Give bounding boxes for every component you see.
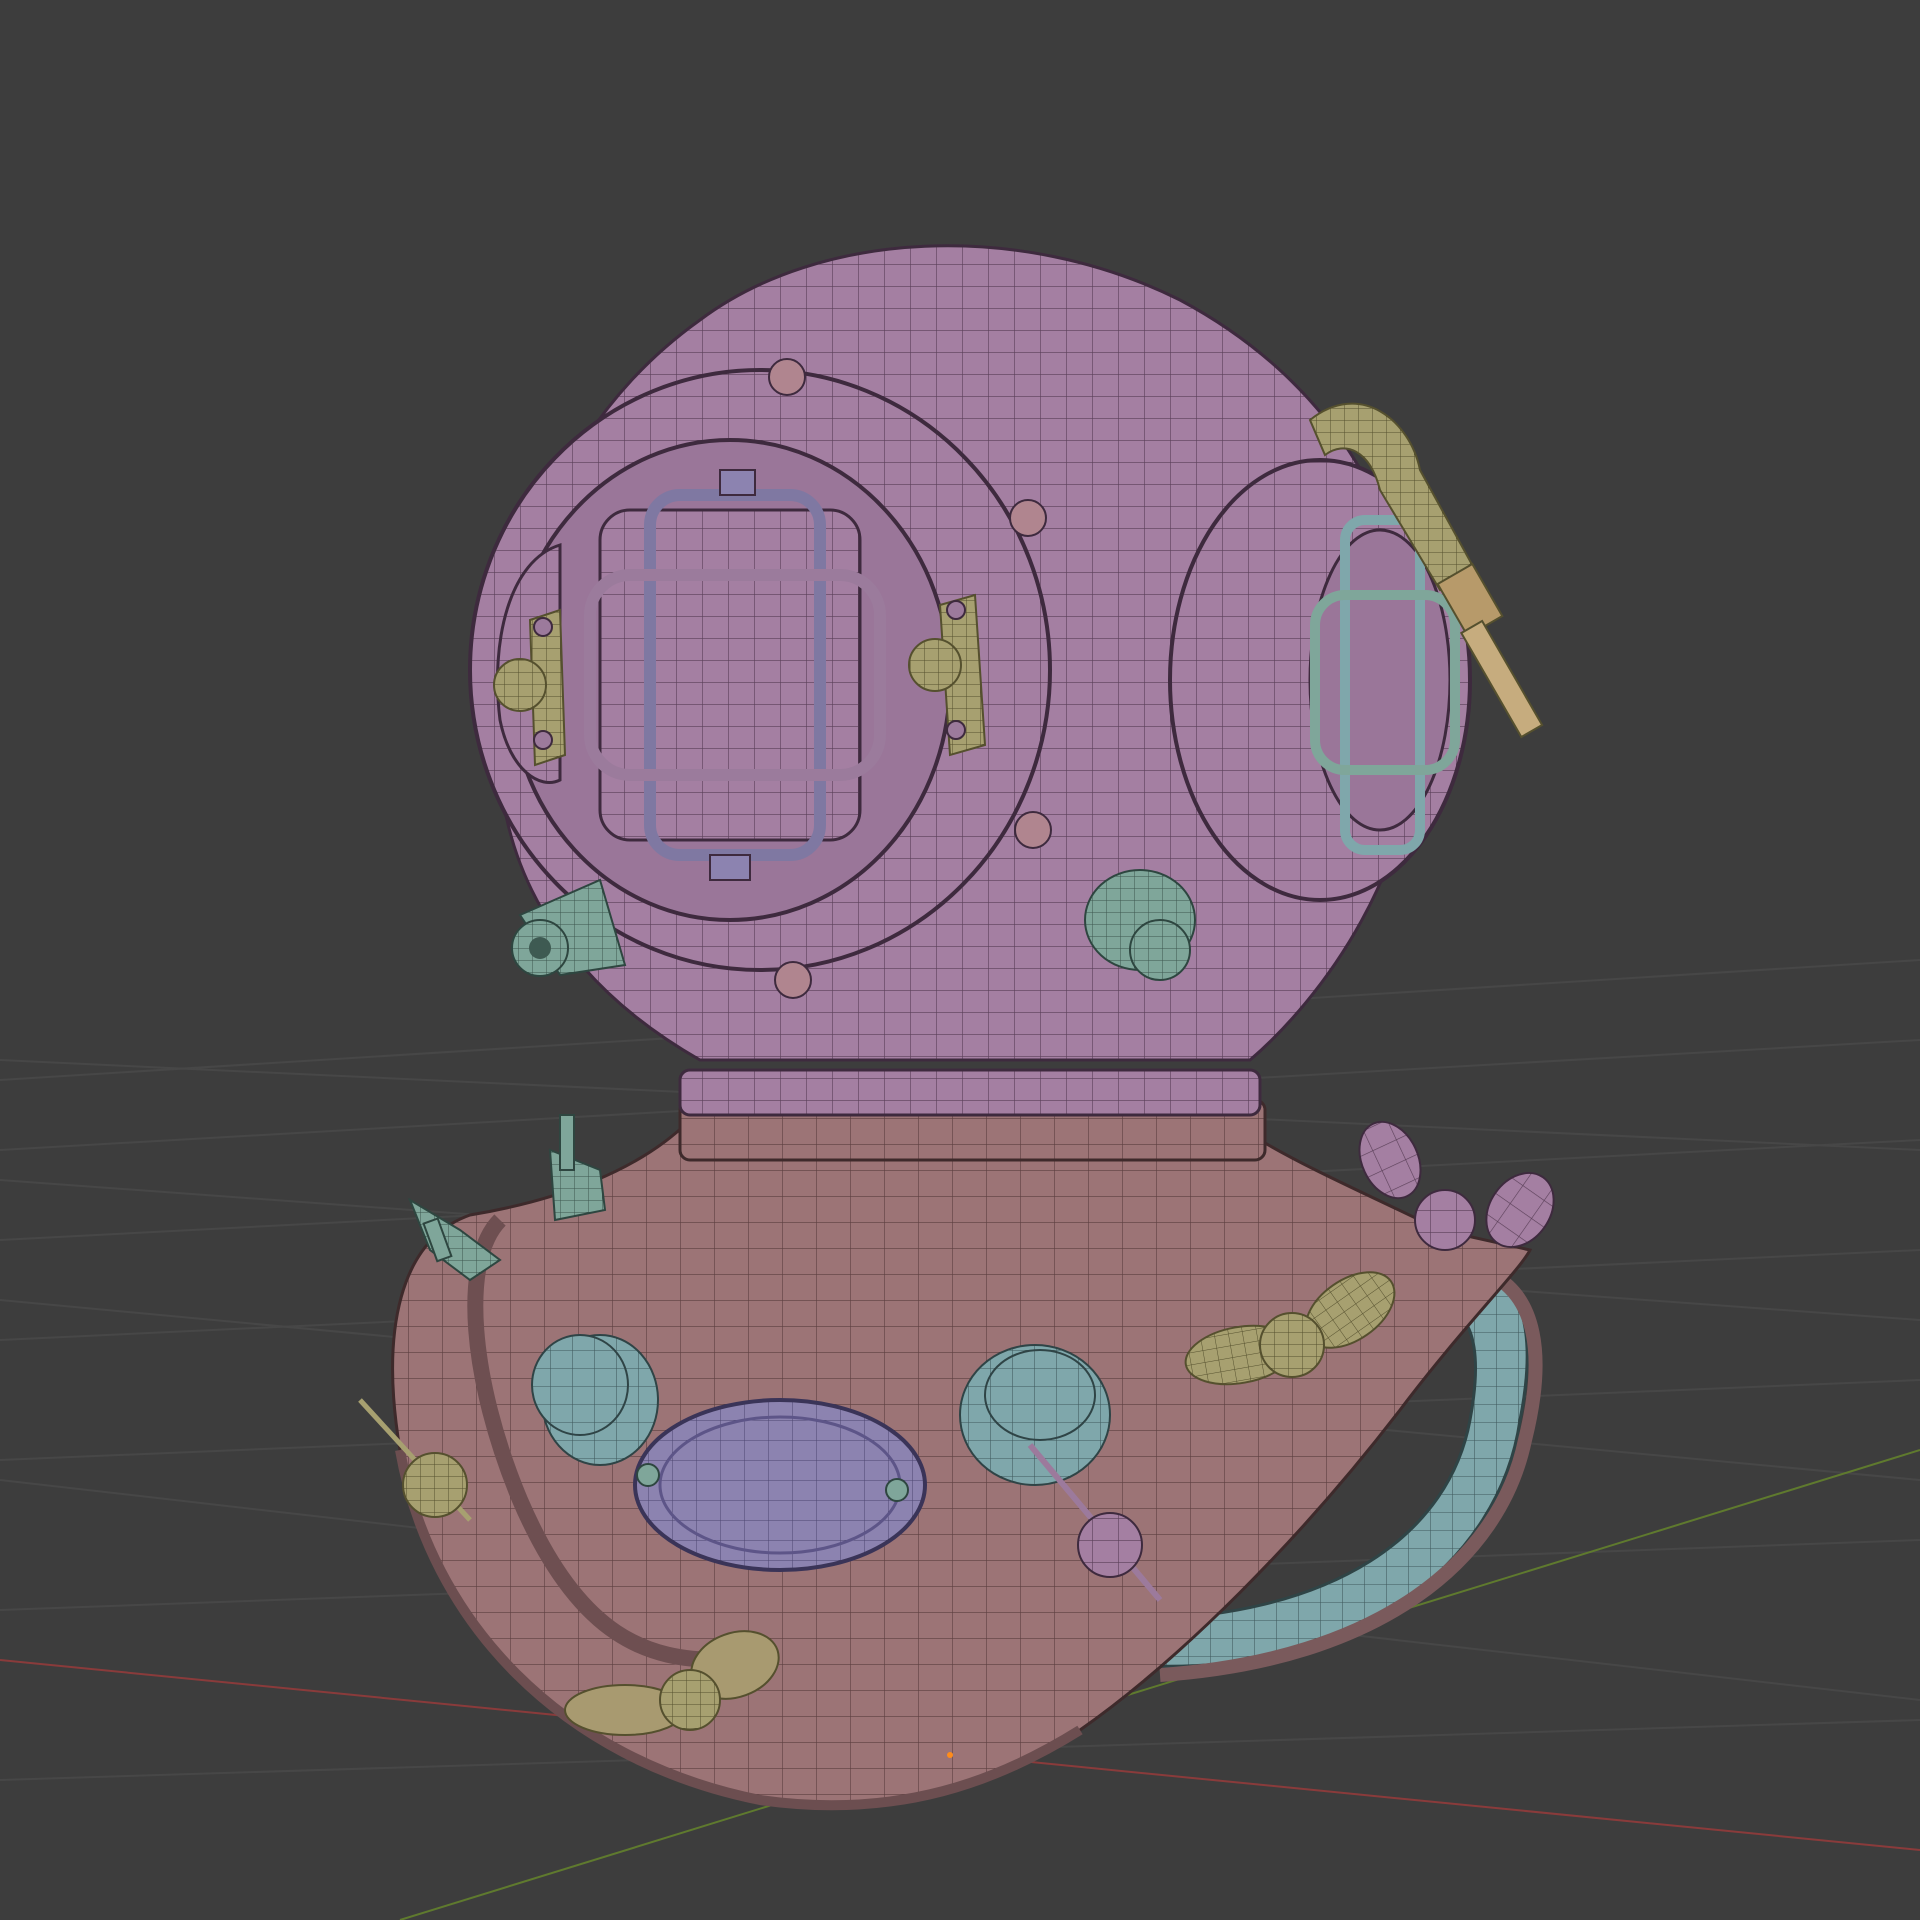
breastplate [391,1118,1533,1807]
frame-tab-top [719,469,756,496]
dome-bolt [768,358,806,396]
nameplate-screw-right [885,1478,909,1502]
neck-ring-upper [678,1068,1262,1117]
nameplate [633,1398,927,1572]
side-porthole-window [1308,528,1452,832]
3d-viewport[interactable] [0,0,1920,1920]
dome-bolt [774,961,812,999]
frame-tab-bottom [709,854,751,881]
origin-marker [947,1752,953,1758]
breastplate-knob-right [959,1344,1111,1486]
stud-top-left-b [548,1114,607,1222]
viewport-canvas [0,244,1920,1920]
dome-bolt [1009,499,1047,537]
nameplate-screw-left [636,1463,660,1487]
air-hose-pipe [1459,619,1544,739]
dome-bolt [1014,811,1052,849]
